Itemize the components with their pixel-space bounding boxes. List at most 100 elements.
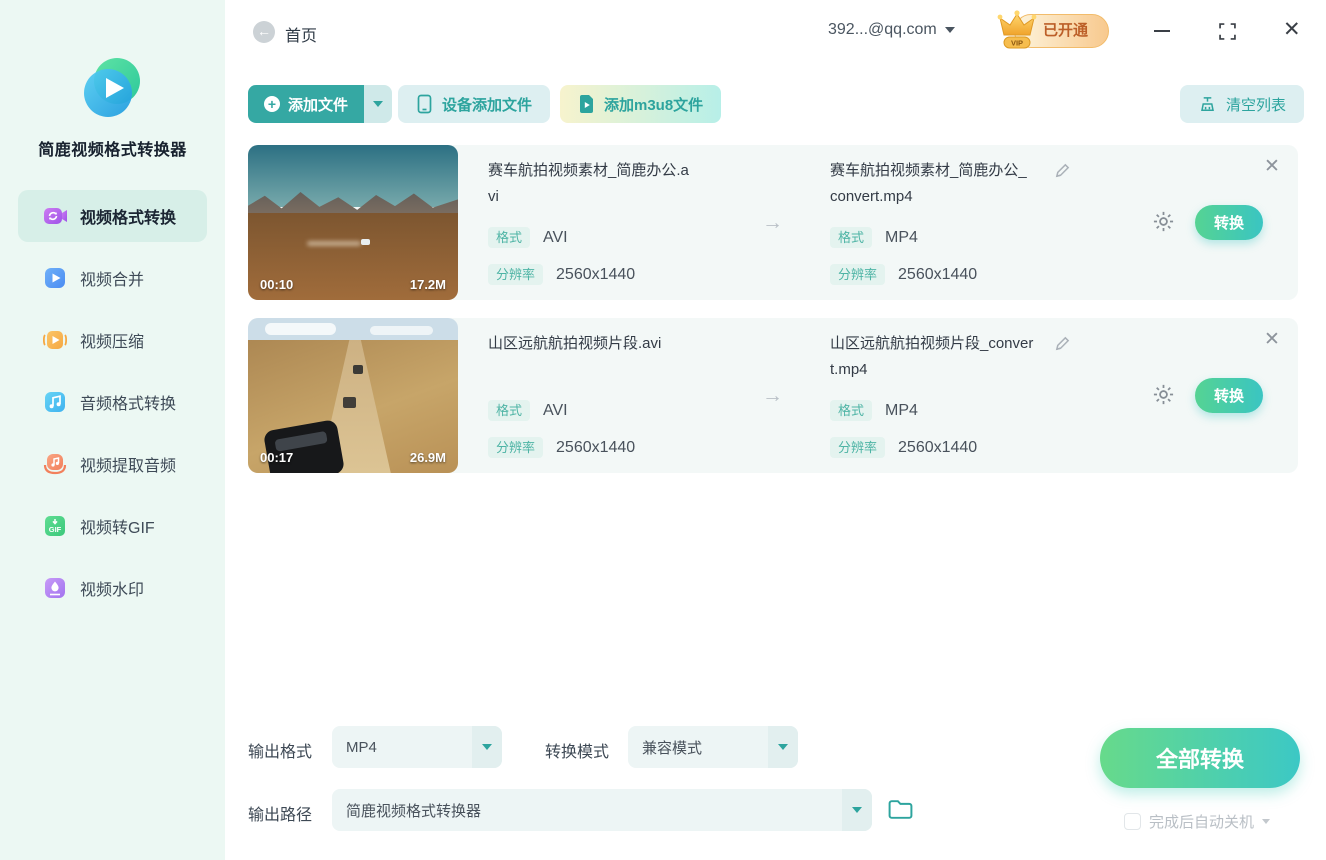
watermark-icon	[42, 575, 68, 601]
resolution-badge: 分辨率	[488, 264, 543, 285]
m3u8-file-icon	[578, 94, 595, 114]
resolution-value: 2560x1440	[898, 439, 977, 457]
convert-mode-select[interactable]: 兼容模式	[628, 726, 798, 768]
target-format-row: 格式 MP4	[830, 400, 918, 421]
phone-icon	[416, 94, 433, 114]
resolution-value: 2560x1440	[898, 266, 977, 284]
select-arrow-zone[interactable]	[842, 789, 872, 831]
add-file-label: 添加文件	[288, 94, 348, 115]
sidebar-item-video-convert[interactable]: 视频格式转换	[18, 190, 207, 242]
select-arrow-zone[interactable]	[472, 726, 502, 768]
target-resolution-row: 分辨率 2560x1440	[830, 264, 977, 285]
chevron-down-icon	[482, 744, 492, 750]
arrow-right-icon: →	[762, 384, 783, 408]
sidebar-item-label: 视频提取音频	[80, 452, 176, 476]
sidebar-item-label: 视频转GIF	[80, 514, 155, 538]
sidebar-item-video-to-gif[interactable]: GIF 视频转GIF	[18, 500, 207, 552]
auto-shutdown-row: 完成后自动关机	[1124, 811, 1270, 832]
source-resolution-row: 分辨率 2560x1440	[488, 264, 635, 285]
duration-label: 00:10	[260, 277, 293, 292]
format-badge: 格式	[830, 400, 872, 421]
output-path-select[interactable]: 简鹿视频格式转换器	[332, 789, 872, 831]
arrow-right-icon: →	[762, 211, 783, 235]
format-badge: 格式	[488, 227, 530, 248]
convert-button[interactable]: 转换	[1195, 205, 1263, 240]
gear-icon[interactable]	[1151, 209, 1176, 234]
output-path-label: 输出路径	[248, 801, 312, 825]
minimize-button[interactable]	[1154, 30, 1170, 32]
page-title: 首页	[285, 22, 317, 46]
output-path-value: 简鹿视频格式转换器	[332, 789, 842, 831]
back-button[interactable]: ←	[253, 21, 275, 43]
output-format-value: MP4	[332, 726, 472, 768]
source-format-row: 格式 AVI	[488, 227, 568, 248]
video-thumbnail[interactable]: 00:10 17.2M	[248, 145, 458, 300]
video-compress-icon	[42, 327, 68, 353]
file-row: 00:17 26.9M 山区远航航拍视频片段.avi 格式 AVI 分辨率 25…	[248, 318, 1298, 473]
chevron-down-icon	[373, 101, 383, 107]
format-value: AVI	[543, 402, 568, 420]
vip-crown-icon: VIP	[994, 8, 1040, 57]
output-format-select[interactable]: MP4	[332, 726, 502, 768]
convert-button[interactable]: 转换	[1195, 378, 1263, 413]
convert-mode-label: 转换模式	[545, 738, 609, 762]
device-add-file-button[interactable]: 设备添加文件	[398, 85, 550, 123]
sidebar-nav: 视频格式转换 视频合并	[0, 190, 225, 624]
convert-all-button[interactable]: 全部转换	[1100, 728, 1300, 788]
duration-label: 00:17	[260, 450, 293, 465]
edit-filename-icon[interactable]	[1054, 162, 1071, 179]
resolution-value: 2560x1440	[556, 266, 635, 284]
sidebar: 简鹿视频格式转换器 视频格式转换	[0, 0, 225, 860]
source-format-row: 格式 AVI	[488, 400, 568, 421]
thumbnail-vehicle	[343, 397, 356, 408]
sidebar-item-extract-audio[interactable]: 视频提取音频	[18, 438, 207, 490]
maximize-button[interactable]	[1219, 23, 1236, 40]
close-icon[interactable]: ✕	[1283, 18, 1301, 42]
account-email: 392...@qq.com	[828, 21, 937, 39]
thumbnail-vehicle	[353, 365, 363, 374]
remove-file-icon[interactable]: ✕	[1264, 330, 1280, 350]
sidebar-item-audio-convert[interactable]: 音频格式转换	[18, 376, 207, 428]
sidebar-item-label: 视频压缩	[80, 328, 144, 352]
account-menu[interactable]: 392...@qq.com	[828, 21, 955, 39]
sidebar-item-watermark[interactable]: 视频水印	[18, 562, 207, 614]
format-value: MP4	[885, 402, 918, 420]
filesize-label: 26.9M	[410, 450, 446, 465]
remove-file-icon[interactable]: ✕	[1264, 157, 1280, 177]
target-format-row: 格式 MP4	[830, 227, 918, 248]
add-file-dropdown[interactable]	[364, 85, 392, 123]
output-format-label: 输出格式	[248, 738, 312, 762]
sidebar-item-video-merge[interactable]: 视频合并	[18, 252, 207, 304]
thumbnail-cloud	[265, 323, 336, 335]
target-filename: 山区远航航拍视频片段_convert.mp4	[830, 331, 1034, 383]
gear-icon[interactable]	[1151, 382, 1176, 407]
clear-list-button[interactable]: 清空列表	[1180, 85, 1304, 123]
resolution-badge: 分辨率	[488, 437, 543, 458]
format-badge: 格式	[488, 400, 530, 421]
add-m3u8-label: 添加m3u8文件	[604, 94, 703, 115]
app-window: 简鹿视频格式转换器 视频格式转换	[0, 0, 1326, 860]
edit-filename-icon[interactable]	[1054, 335, 1071, 352]
select-arrow-zone[interactable]	[768, 726, 798, 768]
auto-shutdown-checkbox[interactable]	[1124, 813, 1141, 830]
add-file-split-button[interactable]: + 添加文件	[248, 85, 392, 123]
add-file-button[interactable]: + 添加文件	[248, 85, 364, 123]
source-filename: 山区远航航拍视频片段.avi	[488, 331, 694, 357]
video-thumbnail[interactable]: 00:17 26.9M	[248, 318, 458, 473]
chevron-down-icon[interactable]	[1262, 819, 1270, 824]
open-folder-icon[interactable]	[887, 797, 914, 822]
thumbnail-sky	[248, 145, 458, 207]
video-merge-icon	[42, 265, 68, 291]
app-title: 简鹿视频格式转换器	[0, 136, 225, 160]
source-filename: 赛车航拍视频素材_简鹿办公.avi	[488, 158, 694, 210]
resolution-badge: 分辨率	[830, 437, 885, 458]
video-to-gif-icon: GIF	[42, 513, 68, 539]
target-resolution-row: 分辨率 2560x1440	[830, 437, 977, 458]
svg-text:GIF: GIF	[49, 525, 62, 534]
video-convert-icon	[42, 203, 68, 229]
thumbnail-dust-trail	[307, 241, 362, 246]
add-m3u8-button[interactable]: 添加m3u8文件	[560, 85, 721, 123]
app-logo-icon	[84, 58, 142, 116]
format-badge: 格式	[830, 227, 872, 248]
sidebar-item-video-compress[interactable]: 视频压缩	[18, 314, 207, 366]
